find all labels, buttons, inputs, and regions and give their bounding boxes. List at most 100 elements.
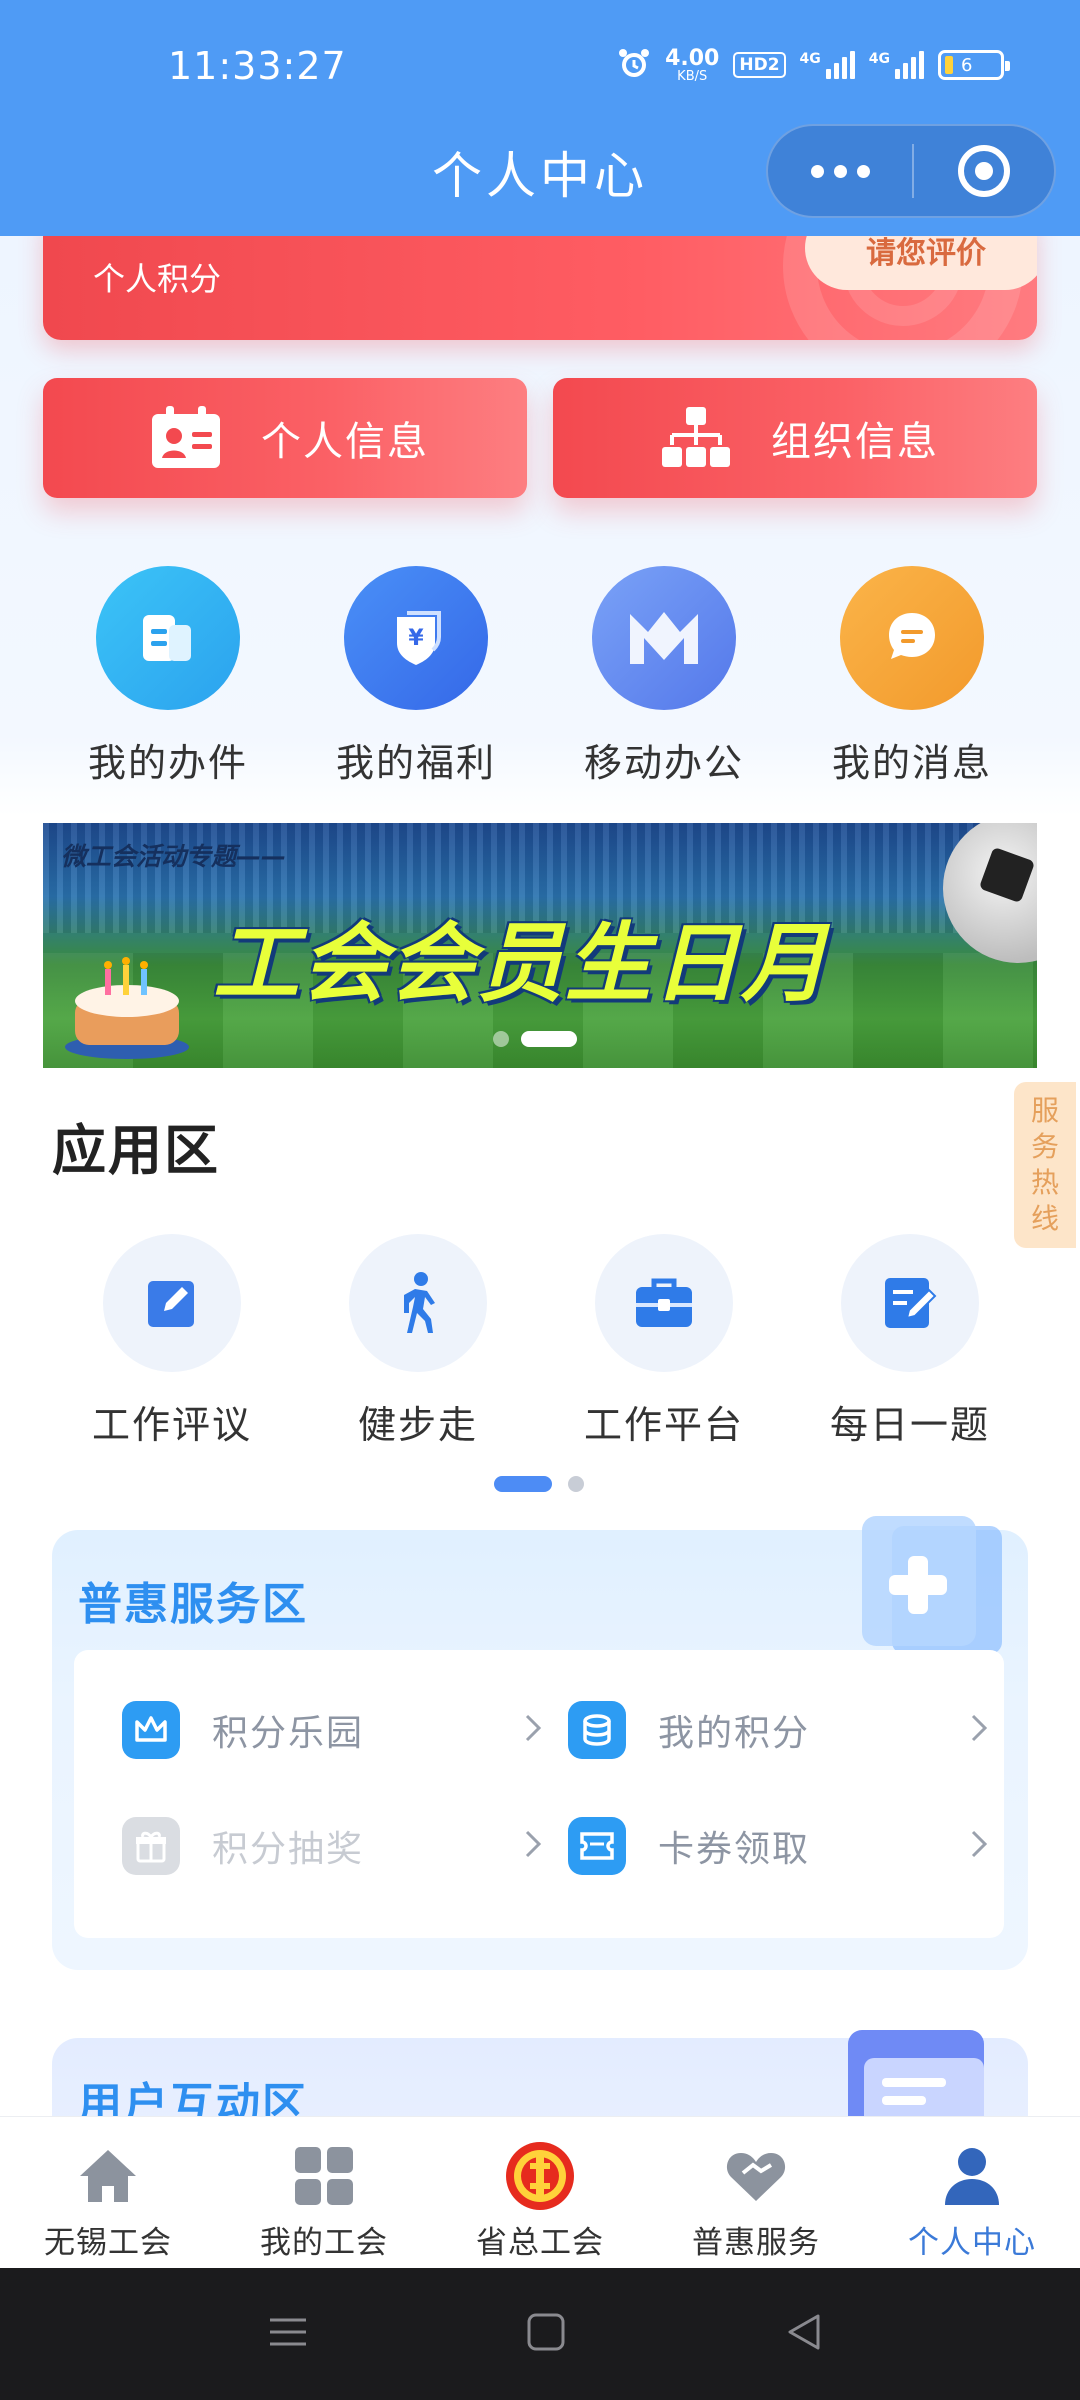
quick-action-label: 我的办件 [87,741,248,785]
signal-icon: 4G [800,51,855,79]
alarm-icon [617,46,651,84]
hotline-char: 线 [1030,1202,1059,1235]
heart-icon [648,2141,864,2211]
hd-badge: HD2 [733,52,786,78]
signal-label: 4G [868,51,890,67]
org-info-label: 组织信息 [771,419,939,465]
benefit-section-title: 普惠服务区 [78,1579,308,1630]
home-square-icon[interactable] [526,2312,566,2356]
tab-wuxi-union[interactable]: 无锡工会 [0,2141,216,2262]
top-bar: 11:33:27 4.00 KB/S HD2 4G 4G 6 个人中心 [0,0,1080,236]
personal-info-label: 个人信息 [261,419,429,465]
user-interaction-section: 用户互动区 [52,2030,1028,2116]
quick-actions: 我的办件 ¥ 我的福利 移动办公 我的消息 [0,566,1080,796]
quick-action-label: 我的福利 [335,741,496,785]
app-label: 每日一题 [829,1403,990,1447]
id-card-icon [131,406,241,470]
tab-label: 我的工会 [260,2225,388,2261]
service-hotline-button[interactable]: 服 务 热 线 [1014,1082,1076,1248]
quick-action-my-messages[interactable]: 我的消息 [788,566,1036,787]
menu-icon[interactable] [268,2312,308,2356]
signal-label: 4G [799,51,821,67]
app-work-review[interactable]: 工作评议 [48,1234,296,1449]
mini-program-capsule [766,124,1056,218]
app-label: 健步走 [357,1403,478,1447]
system-navigation-bar [0,2268,1080,2400]
net-speed-value: 4.00 [665,45,720,71]
org-info-button[interactable]: 组织信息 [553,378,1037,498]
quick-action-my-cases[interactable]: 我的办件 [44,566,292,787]
points-card[interactable]: 个人积分 请您评价 [43,236,1037,340]
tab-benefit-service[interactable]: 普惠服务 [648,2141,864,2262]
hotline-char: 服 [1030,1094,1059,1127]
benefit-item-label: 我的积分 [658,1713,811,1754]
quick-action-my-welfare[interactable]: ¥ 我的福利 [292,566,540,787]
tab-personal-center[interactable]: 个人中心 [864,2141,1080,2262]
back-icon[interactable] [784,2312,824,2356]
person-icon [864,2141,1080,2211]
activity-banner[interactable]: 微工会活动专题—— 工会会员生日月 [43,823,1037,1068]
pager-dot [493,1031,509,1047]
benefit-item-coupons[interactable]: 卡券领取 [568,1806,988,1886]
battery-level: 6 [961,54,973,76]
personal-info-button[interactable]: 个人信息 [43,378,527,498]
football-image [943,823,1037,963]
app-work-platform[interactable]: 工作平台 [540,1234,788,1449]
quick-action-mobile-office[interactable]: 移动办公 [540,566,788,787]
svg-text:¥: ¥ [408,626,424,651]
gift-icon [122,1817,180,1875]
page-content[interactable]: 个人积分 请您评价 个人信息 组织信息 我的办件 ¥ 我的福利 移动办公 我的消… [0,236,1080,2116]
benefit-item-points-park[interactable]: 积分乐园 [122,1690,542,1770]
app-label: 工作评议 [91,1403,252,1447]
quick-action-label: 我的消息 [831,741,992,785]
app-daily-question[interactable]: 每日一题 [786,1234,1034,1449]
app-label: 工作平台 [583,1403,744,1447]
rate-button[interactable]: 请您评价 [805,236,1037,290]
walking-icon [349,1234,487,1372]
document-icon [96,566,240,710]
app-walking[interactable]: 健步走 [294,1234,542,1449]
message-icon [840,566,984,710]
benefit-item-points-lottery: 积分抽奖 [122,1806,542,1886]
hotline-char: 热 [1030,1166,1059,1199]
tab-label: 无锡工会 [44,2225,172,2261]
tab-provincial-union[interactable]: 省总工会 [432,2141,648,2262]
coupon-icon [568,1817,626,1875]
points-label: 个人积分 [93,260,222,298]
tab-label: 个人中心 [908,2225,1036,2261]
hotline-char: 务 [1030,1130,1059,1163]
benefit-list: 积分乐园 我的积分 积分抽奖 卡券领取 [74,1650,1004,1938]
benefit-service-section: 普惠服务区 积分乐园 我的积分 积分抽奖 卡券领取 [52,1516,1028,1970]
more-icon[interactable] [768,164,912,178]
tab-label: 省总工会 [476,2225,604,2261]
birthday-cake-icon [61,951,193,1065]
banner-subtitle: 微工会活动专题—— [61,842,287,871]
pager-dot-active [521,1031,577,1047]
tab-label: 普惠服务 [692,2225,820,2261]
benefit-item-my-points[interactable]: 我的积分 [568,1690,988,1770]
chat-card-icon [842,2030,992,2116]
net-speed-unit: KB/S [677,68,708,84]
plus-card-icon [852,1516,1022,1660]
welfare-shield-icon: ¥ [344,566,488,710]
briefcase-icon [595,1234,733,1372]
banner-title: 工会会员生日月 [213,914,829,1014]
chevron-right-icon [502,1713,542,1747]
chevron-right-icon [948,1713,988,1747]
benefit-item-label: 积分抽奖 [212,1829,365,1870]
app-section-title: 应用区 [52,1119,220,1182]
mobile-office-icon [592,566,736,710]
tab-my-union[interactable]: 我的工会 [216,2141,432,2262]
status-icons: 4.00 KB/S HD2 4G 4G 6 [617,45,1010,84]
chevron-right-icon [502,1829,542,1863]
grid-icon [216,2141,432,2211]
net-speed: 4.00 KB/S [665,45,720,84]
quiz-icon [841,1234,979,1372]
union-emblem-icon [432,2141,648,2211]
pager-dot [568,1476,584,1492]
pager-dot-active [494,1476,552,1492]
quick-action-label: 移动办公 [583,741,744,785]
interaction-section-title: 用户互动区 [78,2079,308,2116]
chevron-right-icon [948,1829,988,1863]
close-mini-program-icon[interactable] [914,145,1054,197]
